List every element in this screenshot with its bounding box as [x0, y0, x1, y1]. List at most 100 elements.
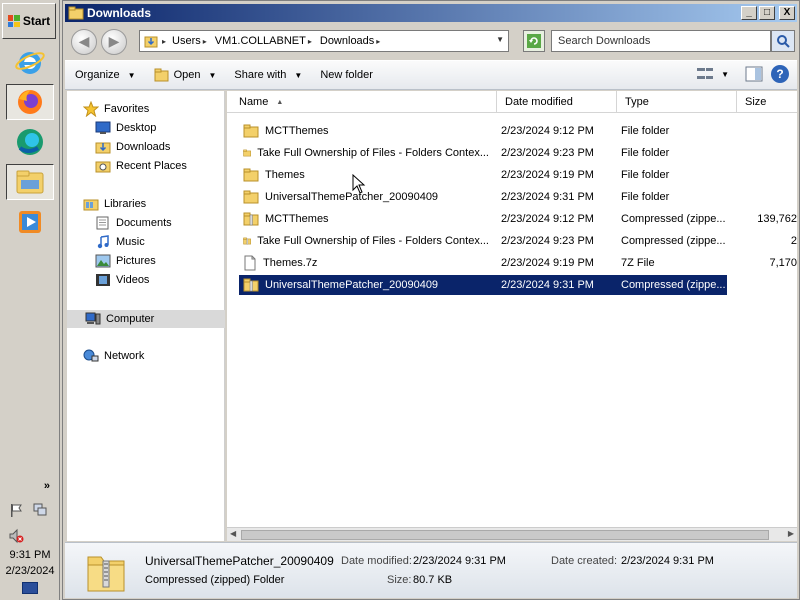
libraries-icon	[83, 199, 99, 211]
breadcrumb-downloads[interactable]: Downloads ▸	[320, 35, 380, 47]
nav-pictures[interactable]: Pictures	[95, 252, 156, 270]
nav-videos[interactable]: Videos	[95, 271, 149, 289]
column-header-name[interactable]: Name ▲	[231, 91, 497, 113]
address-history-dropdown-icon[interactable]: ▼	[496, 35, 504, 44]
search-icon	[777, 35, 790, 48]
folder-icon	[243, 149, 252, 157]
scrollbar-thumb[interactable]	[241, 530, 769, 540]
file-name-cell: Take Full Ownership of Files - Folders C…	[243, 231, 489, 251]
details-pane: UniversalThemePatcher_20090409 Compresse…	[65, 542, 797, 598]
nav-recent-places[interactable]: Recent Places	[95, 157, 187, 175]
taskbar-app-explorer[interactable]	[6, 164, 54, 200]
chevron-right-icon[interactable]: ▸	[203, 37, 207, 46]
nav-desktop[interactable]: Desktop	[95, 119, 156, 137]
zipped-folder-icon	[243, 212, 259, 226]
file-name: MCTThemes	[265, 125, 329, 137]
share-with-button[interactable]: Share with ▼	[234, 69, 302, 81]
file-list: Name ▲ Date modified Type Size MCTThemes 2…	[227, 91, 797, 541]
forward-button[interactable]: ▶	[101, 28, 127, 55]
file-icon	[244, 255, 256, 271]
folder-icon	[243, 168, 259, 182]
file-row[interactable]: Themes.7z 2/23/2024 9:19 PM 7Z File 7,170	[239, 253, 797, 273]
search-input[interactable]: Search Downloads	[551, 30, 771, 52]
show-desktop-button[interactable]	[22, 582, 38, 594]
nav-downloads[interactable]: Downloads	[95, 138, 170, 156]
chevron-right-icon[interactable]: ▸	[308, 37, 312, 46]
file-size	[735, 143, 797, 163]
taskbar-app-media-player[interactable]	[6, 204, 54, 240]
close-button[interactable]: X	[779, 6, 795, 20]
volume-muted-icon[interactable]	[8, 528, 24, 544]
file-name-cell: MCTThemes	[243, 209, 489, 229]
nav-computer[interactable]: Computer	[67, 310, 225, 328]
refresh-button[interactable]	[523, 30, 545, 52]
videos-icon	[96, 274, 110, 286]
taskbar-app-ie[interactable]	[6, 44, 54, 80]
new-folder-button[interactable]: New folder	[320, 69, 373, 81]
nav-libraries[interactable]: Libraries	[83, 195, 146, 213]
address-bar[interactable]: ▸ Users ▸ VM1.COLLABNET ▸ Downloads ▸ ▼	[139, 30, 509, 52]
start-button[interactable]: Start	[2, 3, 56, 39]
file-type: Compressed (zippe...	[621, 235, 726, 247]
refresh-icon	[527, 34, 541, 48]
file-row[interactable]: UniversalThemePatcher_20090409 2/23/2024 …	[239, 187, 727, 207]
file-row[interactable]: MCTThemes 2/23/2024 9:12 PM Compressed (zi…	[239, 209, 797, 229]
taskbar-app-edge[interactable]	[6, 124, 54, 160]
back-button[interactable]: ◀	[71, 28, 97, 55]
file-row[interactable]: UniversalThemePatcher_20090409 2/23/2024 …	[239, 275, 797, 295]
title-bar[interactable]: Downloads _ □ X	[65, 4, 797, 22]
file-type: File folder	[621, 125, 670, 137]
clock-date[interactable]: 2/23/2024	[0, 564, 60, 578]
breadcrumb-vm1-collabnet[interactable]: VM1.COLLABNET ▸	[215, 35, 312, 47]
organize-button[interactable]: Organize ▼	[75, 69, 136, 81]
breadcrumb-users[interactable]: Users ▸	[172, 35, 207, 47]
file-size	[735, 187, 797, 207]
file-name-cell: UniversalThemePatcher_20090409	[243, 275, 489, 295]
nav-favorites[interactable]: Favorites	[83, 100, 149, 118]
file-date-modified: 2/23/2024 9:23 PM	[501, 147, 594, 159]
file-row[interactable]: Take Full Ownership of Files - Folders C…	[239, 231, 797, 251]
file-name-cell: MCTThemes	[243, 121, 489, 141]
action-center-flag-icon[interactable]	[8, 502, 24, 518]
file-row[interactable]: MCTThemes 2/23/2024 9:12 PM File folder	[239, 121, 727, 141]
taskbar-app-firefox[interactable]	[6, 84, 54, 120]
column-header-size[interactable]: Size	[737, 91, 797, 113]
file-size: 139,762	[757, 213, 797, 225]
dropdown-arrow-icon[interactable]: ▼	[208, 71, 216, 80]
preview-pane-icon[interactable]	[745, 66, 763, 82]
chevron-right-icon[interactable]: ▸	[376, 37, 380, 46]
show-hidden-icons-button[interactable]: »	[44, 480, 50, 492]
help-icon[interactable]: ?	[771, 65, 789, 83]
open-button[interactable]: Open ▼	[154, 68, 216, 82]
clock-time[interactable]: 9:31 PM	[0, 548, 60, 562]
view-options-dropdown-icon[interactable]: ▼	[721, 70, 729, 79]
file-date-modified: 2/23/2024 9:12 PM	[501, 213, 594, 225]
file-date-modified: 2/23/2024 9:12 PM	[501, 125, 594, 137]
column-headers: Name ▲ Date modified Type Size	[227, 91, 797, 113]
documents-icon	[96, 216, 109, 230]
notification-area: » 9:31 PM 2/23/2024	[0, 478, 60, 600]
scroll-right-icon[interactable]: ▶	[788, 529, 794, 538]
maximize-button[interactable]: □	[759, 6, 775, 20]
column-header-type[interactable]: Type	[617, 91, 737, 113]
command-bar: Organize ▼ Open ▼ Share with ▼ New folder ▼…	[65, 60, 797, 90]
file-type: Compressed (zippe...	[621, 213, 726, 225]
file-row[interactable]: Themes 2/23/2024 9:19 PM File folder	[239, 165, 727, 185]
change-view-icon[interactable]	[697, 67, 714, 81]
file-size: 81	[784, 279, 797, 291]
forward-arrow-icon: ▶	[108, 33, 120, 49]
nav-network[interactable]: Network	[83, 347, 144, 365]
nav-music[interactable]: Music	[95, 233, 145, 251]
nav-documents[interactable]: Documents	[95, 214, 172, 232]
file-row[interactable]: Take Full Ownership of Files - Folders C…	[239, 143, 727, 163]
search-button[interactable]	[771, 30, 795, 52]
file-name: UniversalThemePatcher_20090409	[265, 279, 439, 291]
column-header-date-modified[interactable]: Date modified	[497, 91, 617, 113]
horizontal-scrollbar[interactable]: ◀ ▶	[227, 527, 797, 541]
scroll-left-icon[interactable]: ◀	[230, 529, 236, 538]
minimize-button[interactable]: _	[741, 6, 757, 20]
network-icon[interactable]	[32, 502, 48, 518]
open-folder-icon	[154, 68, 169, 82]
breadcrumb-root-chevron-icon[interactable]: ▸	[162, 37, 166, 46]
explorer-icon	[16, 170, 44, 194]
